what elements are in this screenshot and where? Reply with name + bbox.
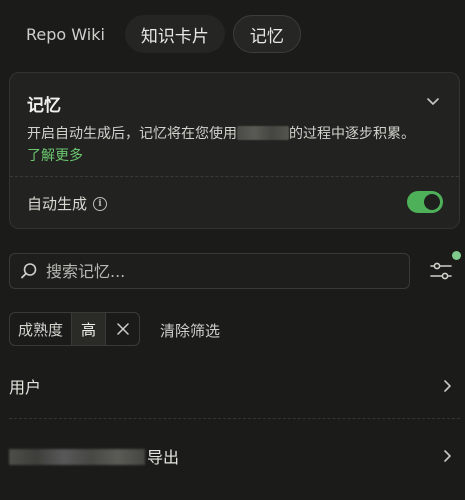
list-item-label-wrap: 导出 <box>9 444 179 468</box>
filter-chip: 成熟度 高 <box>9 312 141 346</box>
redacted-product-name <box>237 126 289 140</box>
list-divider <box>9 418 460 419</box>
auto-generate-toggle[interactable] <box>407 191 443 213</box>
top-tabs: Repo Wiki 知识卡片 记忆 <box>14 15 301 53</box>
chevron-down-icon[interactable] <box>425 93 441 109</box>
chevron-right-icon <box>444 450 451 462</box>
redacted-text <box>9 449 145 465</box>
filter-field-label[interactable]: 成熟度 <box>10 313 71 345</box>
search-input[interactable] <box>46 261 386 281</box>
tab-repo-wiki[interactable]: Repo Wiki <box>14 15 117 53</box>
remove-filter-button[interactable] <box>105 313 139 345</box>
description-text-before: 开启自动生成后，记忆将在您使用 <box>27 126 237 142</box>
close-icon <box>116 323 129 335</box>
list-item-export[interactable]: 导出 <box>9 444 460 468</box>
filter-value[interactable]: 高 <box>71 313 106 345</box>
chevron-right-icon <box>444 380 451 392</box>
card-divider <box>10 176 459 177</box>
search-icon <box>21 263 37 279</box>
tab-knowledge-cards[interactable]: 知识卡片 <box>124 15 225 53</box>
filter-active-dot <box>452 251 461 260</box>
list-item-label: 导出 <box>147 448 180 467</box>
search-box <box>9 253 410 289</box>
learn-more-link[interactable]: 了解更多 <box>27 148 83 164</box>
memory-card: 记忆 开启自动生成后，记忆将在您使用 的过程中逐步积累。 了解更多 自动生成 i <box>9 72 460 229</box>
clear-filter-link[interactable]: 清除筛选 <box>160 320 220 341</box>
description-text-after: 的过程中逐步积累。 <box>289 126 415 142</box>
info-icon[interactable]: i <box>93 196 108 211</box>
auto-generate-label: 自动生成 <box>27 195 88 213</box>
memory-card-title: 记忆 <box>27 96 61 116</box>
list-item-label: 用户 <box>9 378 42 397</box>
list-item-user[interactable]: 用户 <box>9 374 460 398</box>
auto-generate-row: 自动生成 i <box>27 193 108 214</box>
filter-settings-icon[interactable] <box>428 258 454 284</box>
tab-memory[interactable]: 记忆 <box>232 15 301 53</box>
toggle-knob <box>424 194 440 210</box>
memory-card-description: 开启自动生成后，记忆将在您使用 的过程中逐步积累。 了解更多 <box>27 123 445 167</box>
